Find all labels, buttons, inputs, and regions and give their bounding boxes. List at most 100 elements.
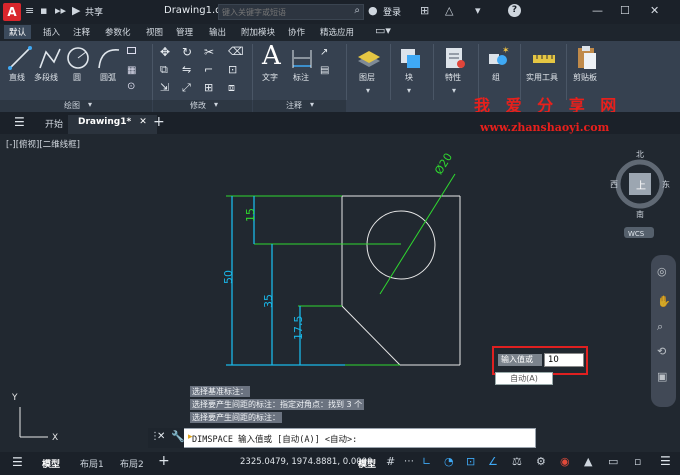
viewcube-east-label[interactable]: 东 xyxy=(662,179,670,189)
command-input[interactable]: DIMSPACE 输入值或 [自动(A)] <自动>: xyxy=(192,433,357,445)
boundary-icon[interactable]: ⊙ xyxy=(127,81,135,92)
stretch-icon[interactable]: ⇲ xyxy=(160,81,169,94)
help-icon[interactable]: ? xyxy=(508,4,521,17)
chevron-down-icon[interactable]: ▾ xyxy=(214,100,218,109)
layers-tool-label[interactable]: 图层 xyxy=(359,72,375,83)
customize-icon[interactable]: 🔧 xyxy=(171,430,185,443)
block-icon[interactable] xyxy=(398,46,422,70)
tab-drawing1[interactable]: Drawing1* ✕ xyxy=(68,115,157,134)
table-icon[interactable]: ▤ xyxy=(320,65,329,76)
tab-layout2[interactable]: 布局2 xyxy=(120,457,144,470)
rectangle-icon[interactable] xyxy=(127,47,136,54)
save-icon[interactable]: ▪ xyxy=(40,4,47,17)
measure-icon[interactable] xyxy=(532,49,556,69)
login-button[interactable]: 登录 xyxy=(383,5,401,18)
polyline-tool-label[interactable]: 多段线 xyxy=(34,72,58,83)
app-logo[interactable]: A xyxy=(3,3,21,21)
panel-title-annotation[interactable]: 注释 xyxy=(286,100,302,111)
hardware-acceleration-icon[interactable]: ▲ xyxy=(584,455,592,468)
utilities-tool-label[interactable]: 实用工具 xyxy=(526,72,558,83)
explode-icon[interactable]: ⊡ xyxy=(228,63,237,76)
circle-tool-label[interactable]: 圆 xyxy=(73,72,81,83)
viewcube-south-label[interactable]: 南 xyxy=(636,209,644,219)
annotation-scale-icon[interactable]: ⚖ xyxy=(512,455,522,468)
grid-icon[interactable]: # xyxy=(386,455,395,468)
tab-output[interactable]: 输出 xyxy=(209,26,226,38)
search-box[interactable]: ⌕ xyxy=(218,4,364,20)
auto-option-menu-item[interactable]: 自动(A) xyxy=(495,372,553,385)
share-icon[interactable]: ▶ xyxy=(72,4,80,17)
group-tool-label[interactable]: 组 xyxy=(492,72,500,83)
autodesk-icon[interactable]: △ xyxy=(445,4,453,17)
user-icon[interactable]: ● xyxy=(368,4,378,17)
add-layout-icon[interactable]: + xyxy=(158,453,170,469)
snap-icon[interactable]: ⋯ xyxy=(404,456,414,467)
fillet-icon[interactable]: ⌐ xyxy=(204,63,213,76)
share-button[interactable]: 共享 xyxy=(85,5,103,18)
otrack-icon[interactable]: ∠ xyxy=(488,455,498,468)
properties-tool-label[interactable]: 特性 xyxy=(445,72,461,83)
close-icon[interactable]: ✕ xyxy=(650,4,659,17)
tab-manage[interactable]: 管理 xyxy=(176,26,193,38)
tab-default[interactable]: 默认 xyxy=(4,25,32,39)
search-icon[interactable]: ⌕ xyxy=(354,5,360,16)
command-line[interactable]: ▸ DIMSPACE 输入值或 [自动(A)] <自动>: xyxy=(148,428,536,448)
units-icon[interactable]: ▫ xyxy=(634,455,641,468)
arc-icon[interactable] xyxy=(97,46,121,70)
move-icon[interactable]: ✥ xyxy=(160,45,170,59)
rotate-icon[interactable]: ↻ xyxy=(182,45,192,59)
dynamic-input-field[interactable]: 10 xyxy=(544,353,584,367)
zoom-icon[interactable]: ⌕ xyxy=(657,320,663,334)
scale-icon[interactable]: ⤢ xyxy=(182,81,191,95)
close-icon[interactable]: ✕ xyxy=(157,431,165,442)
clipboard-tool-label[interactable]: 剪贴板 xyxy=(573,72,597,83)
clean-screen-icon[interactable]: ▭ xyxy=(608,455,618,468)
coordinates-readout[interactable]: 2325.0479, 1974.8881, 0.0000 xyxy=(240,457,372,467)
trim-icon[interactable]: ✂ xyxy=(204,45,214,59)
layers-icon[interactable] xyxy=(356,47,382,71)
pan-icon[interactable]: ✋ xyxy=(657,295,671,308)
hamburger-icon[interactable]: ☰ xyxy=(12,455,23,469)
text-icon[interactable]: A xyxy=(262,41,281,71)
block-tool-label[interactable]: 块 xyxy=(405,72,413,83)
group-icon[interactable]: ✶ xyxy=(486,46,510,70)
wcs-label[interactable]: WCS xyxy=(628,230,645,238)
tab-featured-apps[interactable]: 精选应用 xyxy=(320,26,354,38)
menu-icon[interactable]: ≡ xyxy=(25,4,34,17)
close-icon[interactable]: ✕ xyxy=(139,117,147,127)
maximize-icon[interactable]: ☐ xyxy=(620,4,630,17)
chevron-down-icon[interactable]: ▾ xyxy=(366,86,370,95)
search-input[interactable] xyxy=(219,5,347,19)
polar-icon[interactable]: ◔ xyxy=(444,455,454,468)
workspace-icon[interactable]: ⚙ xyxy=(536,455,546,468)
chevron-down-icon[interactable]: ▾ xyxy=(88,100,92,109)
chevron-down-icon[interactable]: ▾ xyxy=(452,86,456,95)
tab-layout1[interactable]: 布局1 xyxy=(80,457,104,470)
offset-icon[interactable]: ⧈ xyxy=(228,81,235,95)
erase-icon[interactable]: ⌫ xyxy=(228,45,244,58)
osnap-icon[interactable]: ⊡ xyxy=(466,455,475,468)
new-tab-icon[interactable]: + xyxy=(153,114,165,130)
tab-addins[interactable]: 附加模块 xyxy=(241,26,275,38)
navigation-bar[interactable]: ◎ ✋ ⌕ ⟲ ▣ xyxy=(651,255,676,407)
panel-title-draw[interactable]: 绘图 xyxy=(64,100,80,111)
tab-collaborate[interactable]: 协作 xyxy=(288,26,305,38)
arc-tool-label[interactable]: 圆弧 xyxy=(100,72,116,83)
ribbon-options-icon[interactable]: ▭▾ xyxy=(375,24,391,37)
viewcube-west-label[interactable]: 西 xyxy=(610,180,618,189)
model-space-toggle[interactable]: 模型 xyxy=(358,457,376,470)
text-tool-label[interactable]: 文字 xyxy=(262,72,278,83)
circle-icon[interactable] xyxy=(66,46,90,70)
tab-parametric[interactable]: 参数化 xyxy=(105,26,131,38)
hamburger-icon[interactable]: ☰ xyxy=(14,115,25,129)
viewcube-north-label[interactable]: 北 xyxy=(636,150,644,159)
chevron-down-icon[interactable]: ▾ xyxy=(310,100,314,109)
orbit-icon[interactable]: ⟲ xyxy=(657,345,666,358)
showmotion-icon[interactable]: ▣ xyxy=(657,370,667,383)
steering-wheel-icon[interactable]: ◎ xyxy=(657,265,667,278)
properties-icon[interactable] xyxy=(443,46,467,70)
tab-view[interactable]: 视图 xyxy=(146,26,163,38)
line-icon[interactable] xyxy=(8,46,32,70)
isolate-icon[interactable]: ◉ xyxy=(560,455,570,468)
tab-model[interactable]: 模型 xyxy=(42,457,60,470)
